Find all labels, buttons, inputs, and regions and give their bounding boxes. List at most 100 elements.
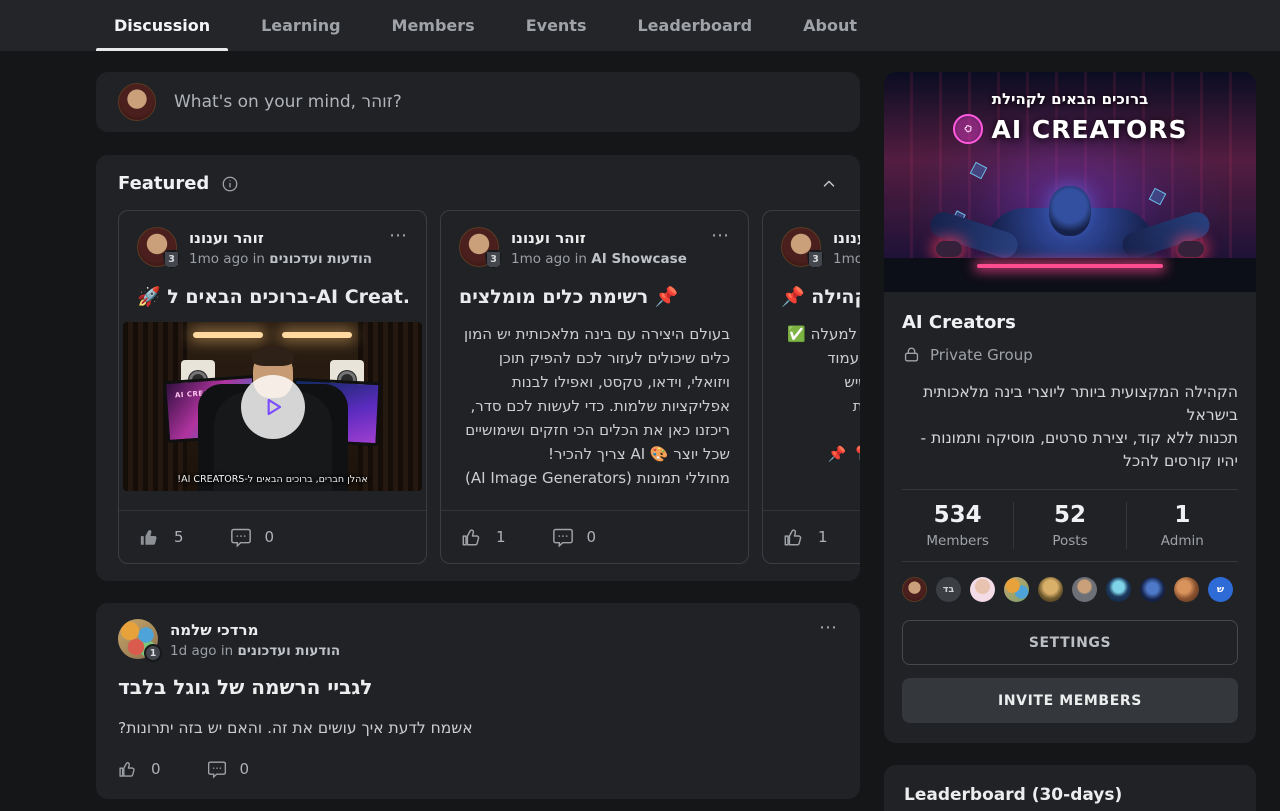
group-cover-image: ברוכים הבאים לקהילת AI CREATORS: [884, 72, 1256, 292]
level-badge: 1: [144, 644, 162, 662]
member-avatar[interactable]: [1004, 577, 1029, 602]
tab-learning[interactable]: Learning: [243, 0, 358, 51]
author-name[interactable]: זוהר וענונו: [511, 229, 687, 247]
group-name: AI Creators: [902, 312, 1238, 333]
featured-section: Featured 3: [96, 155, 860, 581]
space-name[interactable]: AI Showcase: [591, 251, 687, 267]
like-button[interactable]: 1: [783, 526, 828, 548]
group-description: הקהילה המקצועית ביותר ליוצרי בינה מלאכות…: [902, 381, 1238, 473]
comment-button[interactable]: 0: [230, 526, 275, 548]
play-button[interactable]: [241, 375, 305, 439]
member-avatar[interactable]: [1174, 577, 1199, 602]
post-menu-icon[interactable]: ⋯: [389, 227, 408, 267]
composer-placeholder: What's on your mind, זוהר?: [174, 92, 402, 112]
tab-events[interactable]: Events: [508, 0, 605, 51]
lock-icon: [902, 345, 921, 364]
tab-discussion[interactable]: Discussion: [96, 0, 228, 51]
level-badge: 3: [807, 250, 824, 269]
post-menu-icon[interactable]: ⋯: [819, 619, 838, 659]
member-avatar[interactable]: [1038, 577, 1063, 602]
feed-post[interactable]: 1 מרדכי שלמה 1d ago in הודעות ועדכונים ⋯…: [96, 603, 860, 799]
comment-icon: [207, 759, 227, 779]
space-name[interactable]: הודעות ועדכונים: [237, 643, 340, 659]
space-name[interactable]: הודעות ועדכונים: [269, 251, 372, 267]
stat-members[interactable]: 534 Members: [902, 502, 1013, 549]
group-stats: 534 Members 52 Posts 1 Admin: [902, 489, 1238, 562]
chevron-up-icon[interactable]: [820, 175, 838, 193]
author-avatar[interactable]: 3: [137, 227, 177, 267]
post-body: בעולם היצירה עם בינה מלאכותית יש המון כל…: [459, 322, 730, 490]
post-meta: 1d ago in הודעות ועדכונים: [170, 643, 340, 659]
group-privacy: Private Group: [902, 345, 1238, 364]
video-caption: אהלן חברים, ברוכים הבאים ל-AI CREATORS!: [123, 474, 422, 485]
post-menu-icon[interactable]: ⋯: [711, 227, 730, 267]
comment-count: 0: [240, 760, 250, 778]
member-avatar[interactable]: [902, 577, 927, 602]
featured-title: Featured: [118, 173, 209, 194]
brain-icon: [953, 114, 983, 144]
thumbs-up-icon: [783, 526, 805, 548]
author-name[interactable]: זוהר וענונו: [189, 229, 372, 247]
thumbs-up-icon: [461, 526, 483, 548]
stat-posts[interactable]: 52 Posts: [1013, 502, 1125, 549]
member-avatar[interactable]: [1106, 577, 1131, 602]
like-button[interactable]: 5: [139, 526, 184, 548]
sidebar: ברוכים הבאים לקהילת AI CREATORS AI Creat…: [884, 72, 1256, 811]
member-avatars: בד ש: [902, 577, 1238, 602]
member-avatar[interactable]: ש: [1208, 577, 1233, 602]
level-badge: 3: [485, 250, 502, 269]
post-title[interactable]: לגביי הרשמה של גוגל בלבד: [118, 675, 838, 699]
tab-leaderboard[interactable]: Leaderboard: [619, 0, 770, 51]
like-button[interactable]: 0: [118, 759, 161, 779]
post-title[interactable]: 📌 כל מה שחשוב לדעת על הקהילה: [781, 285, 860, 308]
level-badge: 3: [163, 250, 180, 269]
comment-icon: [552, 526, 574, 548]
light-bar: [193, 332, 263, 338]
author-avatar[interactable]: 1: [118, 619, 158, 659]
member-avatar[interactable]: בד: [936, 577, 961, 602]
post-composer[interactable]: What's on your mind, זוהר?: [96, 72, 860, 132]
author-avatar[interactable]: 3: [459, 227, 499, 267]
member-avatar[interactable]: [1140, 577, 1165, 602]
leaderboard-card: Leaderboard (30-days): [884, 765, 1256, 811]
post-meta: 1mo ago in AI Showcase: [511, 251, 687, 267]
member-avatar[interactable]: [970, 577, 995, 602]
stat-admin[interactable]: 1 Admin: [1126, 502, 1238, 549]
comment-icon: [230, 526, 252, 548]
leaderboard-title: Leaderboard (30-days): [904, 785, 1236, 805]
like-count: 5: [174, 528, 184, 546]
post-body: קראתם את ההודעה הנעוצה? למעלה ✅ כדי להתח…: [781, 322, 860, 490]
cover-brand-text: AI CREATORS: [884, 114, 1256, 144]
featured-card[interactable]: 3 זוהר וענונו 1mo ago in הודעות ועדכונים…: [118, 210, 427, 564]
like-count: 0: [151, 760, 161, 778]
user-avatar[interactable]: [118, 83, 156, 121]
settings-button[interactable]: SETTINGS: [902, 620, 1238, 665]
post-meta: 1mo ago in הודעות ועדכונים: [833, 251, 860, 267]
featured-card[interactable]: 3 זוהר וענונו 1mo ago in AI Showcase ⋯ ר…: [440, 210, 749, 564]
tab-members[interactable]: Members: [374, 0, 493, 51]
tab-about[interactable]: About: [785, 0, 875, 51]
info-icon[interactable]: [221, 175, 239, 193]
post-title[interactable]: רשימת כלים מומלצים 📌: [459, 285, 730, 308]
like-button[interactable]: 1: [461, 526, 506, 548]
post-body: אשמח לדעת איך עושים את זה. והאם יש בזה י…: [118, 719, 838, 737]
author-name[interactable]: זוהר וענונו: [833, 229, 860, 247]
featured-card[interactable]: 3 זוהר וענונו 1mo ago in הודעות ועדכונים…: [762, 210, 860, 564]
author-name[interactable]: מרדכי שלמה: [170, 621, 340, 639]
comment-count: 0: [265, 528, 275, 546]
main-column: What's on your mind, זוהר? Featured: [96, 72, 860, 799]
thumbs-up-icon: [118, 759, 138, 779]
like-count: 1: [496, 528, 506, 546]
author-avatar[interactable]: 3: [781, 227, 821, 267]
light-bar: [282, 332, 352, 338]
video-thumbnail[interactable]: AI CREATORS אהלן חברים, ברוכים הבאים ל-A…: [123, 322, 422, 491]
member-avatar[interactable]: [1072, 577, 1097, 602]
post-title[interactable]: 🚀 ברוכים הבאים ל-AI Creat...: [137, 285, 408, 308]
invite-members-button[interactable]: INVITE MEMBERS: [902, 678, 1238, 723]
comment-count: 0: [587, 528, 597, 546]
comment-button[interactable]: 0: [552, 526, 597, 548]
featured-carousel: 3 זוהר וענונו 1mo ago in הודעות ועדכונים…: [118, 210, 860, 564]
post-meta: 1mo ago in הודעות ועדכונים: [189, 251, 372, 267]
like-count: 1: [818, 528, 828, 546]
comment-button[interactable]: 0: [207, 759, 250, 779]
